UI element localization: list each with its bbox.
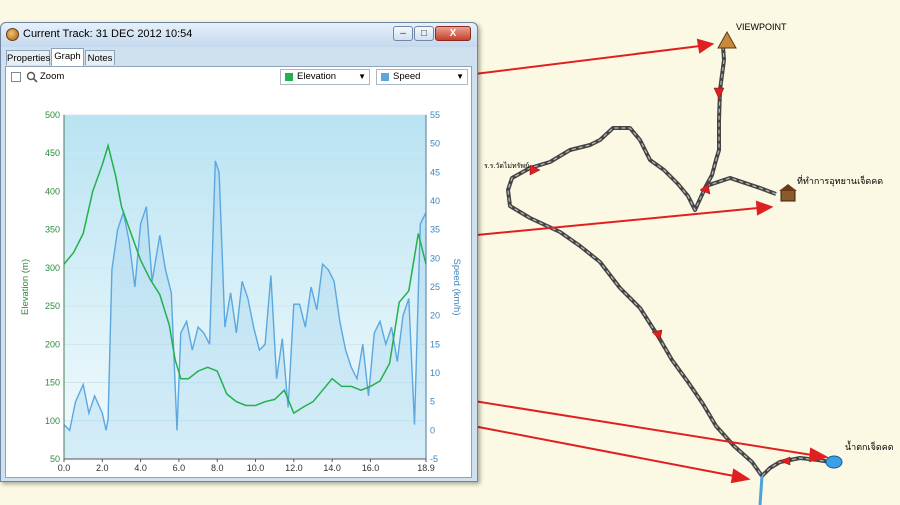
y-right-tick-label: 25: [430, 282, 440, 292]
viewpoint-label: VIEWPOINT: [736, 22, 787, 32]
app-icon: [6, 28, 19, 41]
y-right-tick-label: 45: [430, 167, 440, 177]
y-right-tick-label: 5: [430, 397, 435, 407]
elevation-swatch: [285, 73, 293, 81]
y-left-tick-label: 450: [45, 148, 60, 158]
x-tick-label: 4.0: [134, 463, 147, 473]
y-left-tick-label: 500: [45, 110, 60, 120]
y-left-tick-label: 150: [45, 378, 60, 388]
tab-notes[interactable]: Notes: [85, 50, 115, 65]
y-right-axis-label: Speed (km/h): [451, 258, 462, 315]
magnifier-icon: [26, 71, 38, 83]
graph-toolbar: Zoom Elevation ▼ Speed ▼: [6, 67, 471, 89]
track-route: [506, 45, 831, 505]
zoom-label: Zoom: [40, 71, 65, 82]
x-tick-label: 6.0: [173, 463, 186, 473]
y-right-tick-label: 30: [430, 253, 440, 263]
waterfall-label: น้ำตกเจ็ดคด: [845, 440, 894, 452]
y-left-tick-label: 300: [45, 263, 60, 273]
elevation-speed-chart[interactable]: 50100150200250300350400450500-5051015202…: [6, 89, 471, 477]
office-marker[interactable]: ที่ทำการอุทยานเจ็ดคด: [779, 174, 883, 202]
y-right-tick-label: 40: [430, 196, 440, 206]
x-tick-label: 2.0: [96, 463, 109, 473]
series2-select[interactable]: Speed ▼: [376, 69, 468, 85]
x-tick-label: 8.0: [211, 463, 224, 473]
y-right-tick-label: 50: [430, 139, 440, 149]
series1-select[interactable]: Elevation ▼: [280, 69, 370, 85]
direction-arrows: [529, 87, 791, 466]
x-tick-label: 14.0: [323, 463, 341, 473]
x-tick-label: 10.0: [247, 463, 265, 473]
y-left-tick-label: 100: [45, 416, 60, 426]
y-right-tick-label: 35: [430, 225, 440, 235]
y-right-tick-label: 55: [430, 110, 440, 120]
y-right-tick-label: 20: [430, 311, 440, 321]
chevron-down-icon: ▼: [456, 72, 464, 81]
x-tick-label: 18.9: [417, 463, 435, 473]
viewpoint-marker[interactable]: VIEWPOINT: [717, 22, 787, 49]
track-window[interactable]: Current Track: 31 DEC 2012 10:54 – □ X P…: [0, 22, 478, 482]
series2-select-value: Speed: [393, 71, 421, 82]
x-axis-label: Distance (km): [216, 476, 275, 477]
close-button[interactable]: X: [435, 26, 471, 41]
minimize-button[interactable]: –: [393, 26, 413, 41]
tab-graph[interactable]: Graph: [51, 48, 84, 66]
y-right-tick-label: 15: [430, 339, 440, 349]
maximize-button[interactable]: □: [414, 26, 434, 41]
office-label: ที่ทำการอุทยานเจ็ดคด: [797, 174, 883, 187]
x-tick-label: 16.0: [362, 463, 380, 473]
series1-select-value: Elevation: [297, 71, 337, 82]
y-left-tick-label: 200: [45, 339, 60, 349]
x-tick-label: 0.0: [58, 463, 71, 473]
zoom-checkbox[interactable]: [11, 72, 21, 82]
title-bar[interactable]: Current Track: 31 DEC 2012 10:54 – □ X: [1, 23, 477, 47]
window-title: Current Track: 31 DEC 2012 10:54: [23, 28, 193, 40]
y-left-tick-label: 400: [45, 186, 60, 196]
y-left-tick-label: 250: [45, 301, 60, 311]
y-right-tick-label: 10: [430, 368, 440, 378]
y-right-tick-label: 0: [430, 425, 435, 435]
graph-pane: Zoom Elevation ▼ Speed ▼ 50 100 150 200 250 3…: [5, 66, 472, 478]
junction-label: ร.ร.วัดไม่ทรัพย์: [484, 161, 529, 170]
tab-properties[interactable]: Properties: [6, 50, 50, 65]
x-tick-label: 12.0: [285, 463, 303, 473]
speed-swatch: [381, 73, 389, 81]
y-left-tick-label: 350: [45, 225, 60, 235]
y-left-axis-label: Elevation (m): [20, 259, 31, 315]
waterfall-marker[interactable]: น้ำตกเจ็ดคด: [825, 440, 894, 469]
chevron-down-icon: ▼: [358, 72, 366, 81]
